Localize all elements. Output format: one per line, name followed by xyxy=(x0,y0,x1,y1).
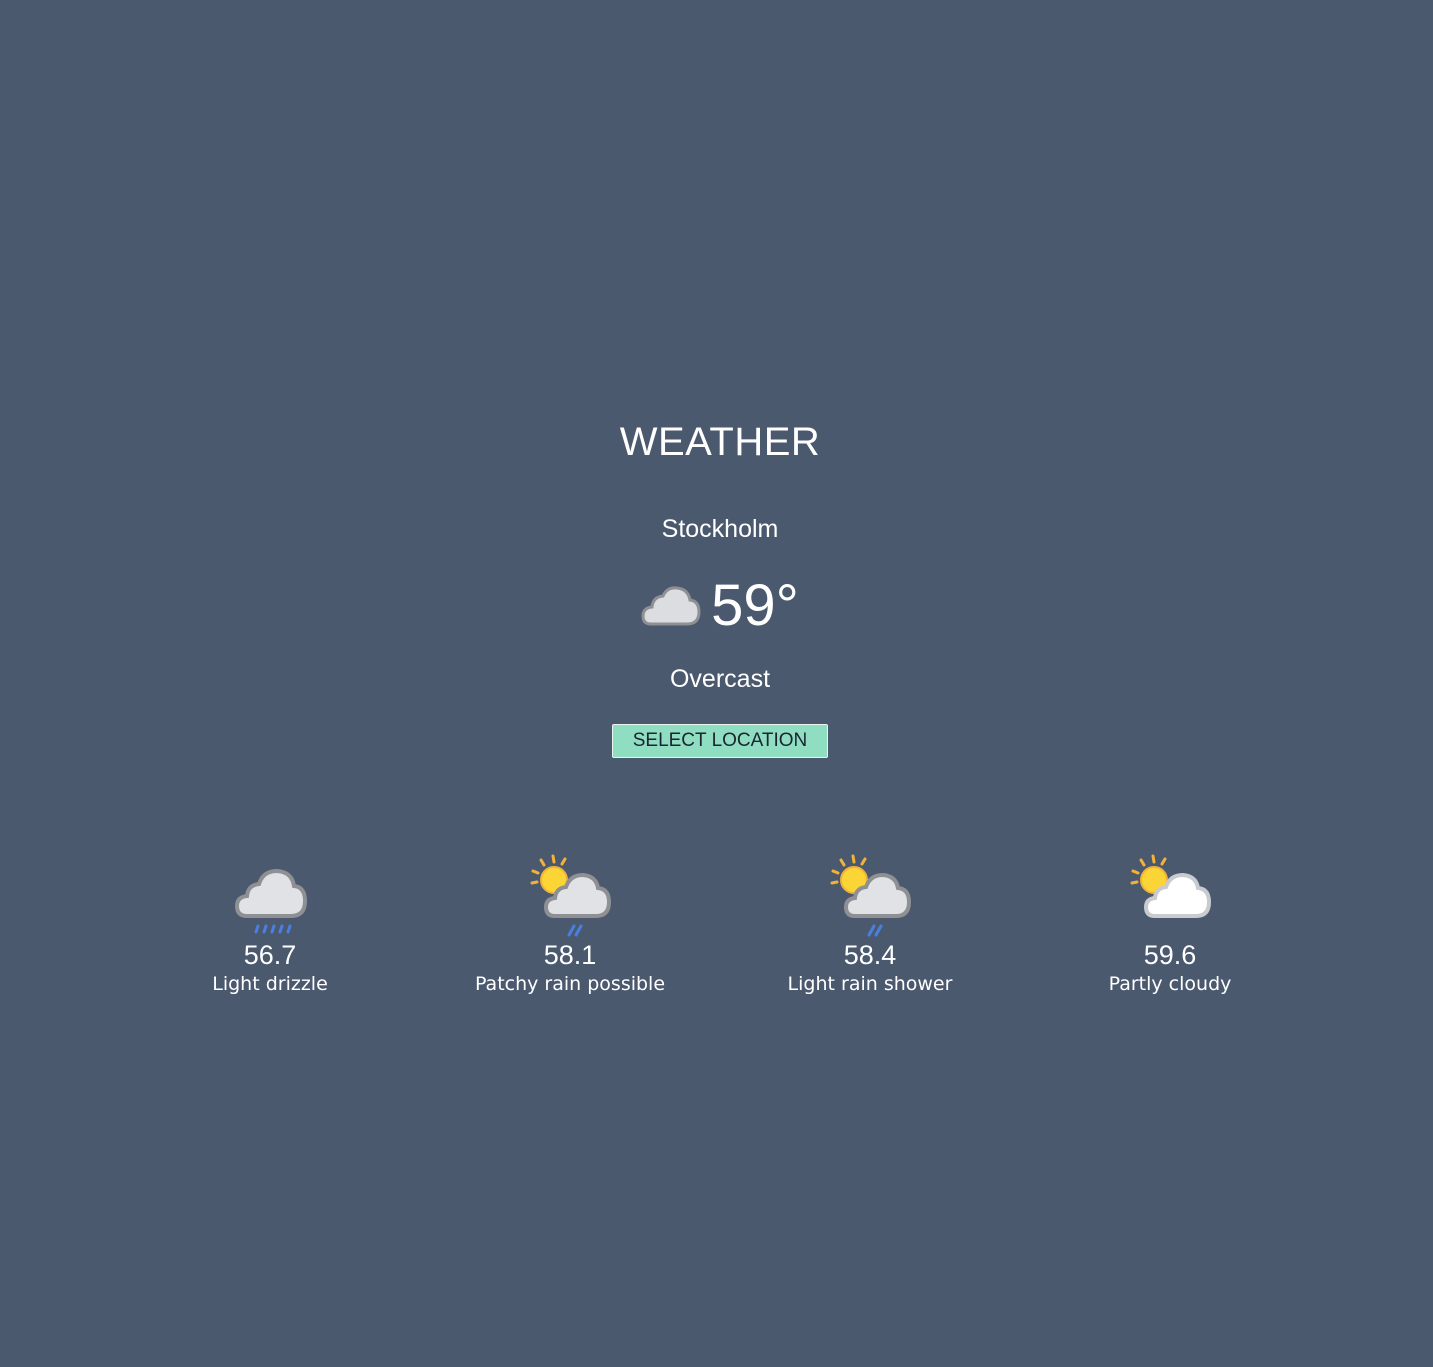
forecast-description: Partly cloudy xyxy=(1108,973,1232,995)
weather-app: WEATHER Stockholm 59° Overcast SELECT LO… xyxy=(0,0,1433,1367)
forecast-temperature: 59.6 xyxy=(1143,940,1197,970)
app-title: WEATHER xyxy=(619,420,821,464)
sun-cloud-rain-icon xyxy=(530,854,612,937)
forecast-item: 58.1 Patchy rain possible xyxy=(420,850,720,998)
cloud-drizzle-icon xyxy=(234,868,308,934)
current-temperature: 59° xyxy=(711,573,799,638)
forecast-temperature: 56.7 xyxy=(243,940,297,970)
forecast-item: 56.7 Light drizzle xyxy=(120,850,420,998)
current-weather: 59° xyxy=(0,572,1433,640)
forecast-description: Patchy rain possible xyxy=(474,973,666,995)
forecast-temperature: 58.1 xyxy=(543,940,597,970)
sun-cloud-rain-icon xyxy=(830,854,912,937)
current-condition: Overcast xyxy=(669,665,771,693)
select-location-button[interactable]: SELECT LOCATION xyxy=(612,724,828,758)
sun-cloud-icon xyxy=(1130,854,1212,918)
forecast-temperature: 58.4 xyxy=(843,940,897,970)
forecast-item: 59.6 Partly cloudy xyxy=(1020,850,1320,998)
cloud-icon xyxy=(641,586,701,626)
location-name: Stockholm xyxy=(661,515,779,543)
forecast-description: Light drizzle xyxy=(212,973,328,995)
forecast-description: Light rain shower xyxy=(787,973,953,995)
forecast-item: 58.4 Light rain shower xyxy=(720,850,1020,998)
